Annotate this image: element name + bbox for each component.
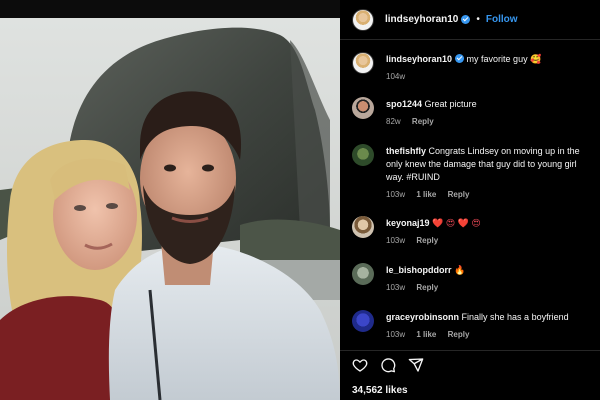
caption-body: lindseyhoran10 my favorite guy 🥰 104w bbox=[386, 53, 600, 83]
comment-username[interactable]: thefishfly bbox=[386, 146, 426, 156]
comment-text: ❤️ 😍 ❤️ 😍 bbox=[432, 218, 481, 228]
author-avatar[interactable] bbox=[352, 8, 374, 31]
reply-button[interactable]: Reply bbox=[448, 190, 470, 199]
caption-time: 104w bbox=[386, 72, 406, 81]
comment-text-line-3: way. #RUIND bbox=[386, 172, 440, 182]
comment-meta: 103w 1 like Reply bbox=[386, 328, 600, 341]
comment-body: spo1244 Great picture 82w Reply bbox=[386, 98, 600, 128]
author-avatar[interactable] bbox=[352, 52, 374, 74]
comment-username[interactable]: graceyrobinsonn bbox=[386, 312, 459, 322]
separator-dot: • bbox=[476, 14, 480, 25]
comment-username[interactable]: keyonaj19 bbox=[386, 218, 430, 228]
post-header: lindseyhoran10 • Follow bbox=[340, 0, 600, 40]
comments-list[interactable]: lindseyhoran10 my favorite guy 🥰 104w sp… bbox=[340, 40, 600, 350]
comment-body: graceyrobinsonn Finally she has a boyfri… bbox=[386, 311, 600, 341]
comment-time: 103w bbox=[386, 236, 406, 245]
reply-button[interactable]: Reply bbox=[416, 236, 438, 245]
reply-button[interactable]: Reply bbox=[416, 283, 438, 292]
comment-time: 103w bbox=[386, 283, 406, 292]
reply-button[interactable]: Reply bbox=[448, 330, 470, 339]
post-side-panel: lindseyhoran10 • Follow lindseyhoran10 m… bbox=[340, 0, 600, 400]
comment-time: 82w bbox=[386, 117, 401, 126]
comment-meta: 103w 1 like Reply bbox=[386, 188, 600, 201]
comment-username[interactable]: le_bishopddorr bbox=[386, 265, 452, 275]
comment-time: 103w bbox=[386, 190, 406, 199]
commenter-avatar[interactable] bbox=[352, 263, 374, 285]
commenter-avatar[interactable] bbox=[352, 310, 374, 332]
comment-body: thefishfly Congrats Lindsey on moving up… bbox=[386, 145, 600, 201]
post-actions: 34,562 likes bbox=[340, 350, 600, 400]
comment-meta: 103w Reply bbox=[386, 234, 600, 247]
post-photo[interactable] bbox=[0, 0, 340, 400]
commenter-avatar[interactable] bbox=[352, 216, 374, 238]
comment-username[interactable]: spo1244 bbox=[386, 99, 422, 109]
verified-badge-icon bbox=[461, 15, 471, 24]
photo-illustration bbox=[0, 0, 340, 400]
comment-text: Great picture bbox=[424, 99, 477, 109]
verified-badge-icon bbox=[455, 54, 465, 63]
comment-text: 🔥 bbox=[454, 265, 466, 275]
comment-text: Finally she has a boyfriend bbox=[461, 312, 569, 322]
comment-text: Congrats Lindsey on moving up in the bbox=[428, 146, 580, 156]
comment-like-count[interactable]: 1 like bbox=[416, 190, 436, 199]
caption-meta: 104w bbox=[386, 70, 600, 83]
reply-button[interactable]: Reply bbox=[412, 117, 434, 126]
likes-count[interactable]: 34,562 likes bbox=[352, 385, 408, 396]
commenter-avatar[interactable] bbox=[352, 97, 374, 119]
caption-text: my favorite guy 🥰 bbox=[466, 54, 542, 64]
comment-body: keyonaj19 ❤️ 😍 ❤️ 😍 103w Reply bbox=[386, 217, 600, 247]
comment-icon[interactable] bbox=[380, 357, 396, 373]
comment-time: 103w bbox=[386, 330, 406, 339]
comment-meta: 82w Reply bbox=[386, 115, 600, 128]
author-username[interactable]: lindseyhoran10 bbox=[385, 14, 458, 25]
share-icon[interactable] bbox=[408, 357, 424, 373]
comment-meta: 103w Reply bbox=[386, 281, 600, 294]
commenter-avatar[interactable] bbox=[352, 144, 374, 166]
comment-text-line-2: only knew the damage that guy did to you… bbox=[386, 159, 577, 169]
caption-username[interactable]: lindseyhoran10 bbox=[386, 54, 452, 64]
comment-like-count[interactable]: 1 like bbox=[416, 330, 436, 339]
follow-button[interactable]: Follow bbox=[486, 14, 518, 25]
comment-body: le_bishopddorr 🔥 103w Reply bbox=[386, 264, 600, 294]
heart-icon[interactable] bbox=[352, 357, 368, 373]
